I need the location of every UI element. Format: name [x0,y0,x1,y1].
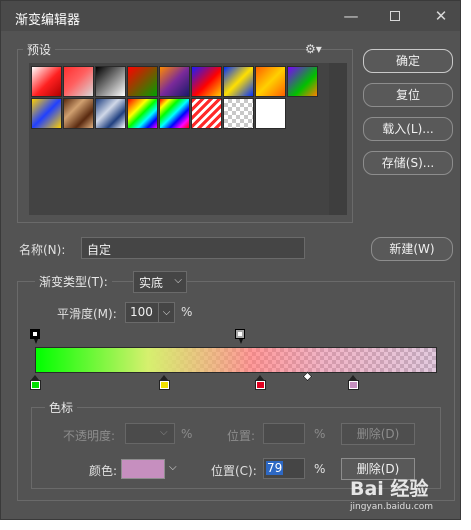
gradient-type-label: 渐变类型(T): [35,273,112,290]
color-swatch[interactable] [121,459,165,479]
close-icon[interactable]: ✕ [427,5,455,27]
preset-scrollbar[interactable] [329,63,347,215]
preset-swatch[interactable] [191,66,222,97]
save-button[interactable]: 存储(S)... [363,151,453,175]
title-bar: 渐变编辑器 — ✕ [1,1,460,31]
color-stop[interactable] [158,375,170,390]
chevron-down-icon[interactable]: ⌵ [169,462,177,473]
color-stop[interactable] [347,375,359,390]
preset-swatch[interactable] [63,98,94,129]
opacity-percent: % [181,427,193,441]
gradient-type-select[interactable]: 实底 ⌵ [133,271,187,293]
preset-swatch[interactable] [31,66,62,97]
opacity-position-input [263,423,305,444]
ok-button[interactable]: 确定 [363,49,453,73]
preset-swatch[interactable] [191,98,222,129]
chevron-down-icon: ⌵ [160,427,168,438]
chevron-down-icon[interactable]: ⌵ [158,303,174,322]
minimize-icon[interactable]: — [337,5,365,27]
opacity-stop[interactable] [30,329,40,344]
preset-swatch-grid [31,66,321,129]
preset-swatch[interactable] [255,66,286,97]
color-position-label: 位置(C): [211,464,257,478]
gear-icon[interactable]: ⚙▾ [305,42,322,56]
maximize-icon[interactable] [381,5,409,27]
color-label: 颜色: [89,464,118,478]
watermark-url: jingyan.baidu.com [350,502,434,512]
opacity-delete-button: 删除(D) [341,423,415,445]
preset-swatch[interactable] [287,66,318,97]
name-label: 名称(N): [19,243,66,257]
watermark-brand: Bai 经验 [350,478,429,500]
window-title: 渐变编辑器 [15,13,81,28]
preset-swatch[interactable] [127,98,158,129]
new-button[interactable]: 新建(W) [371,237,453,261]
preset-swatch[interactable] [95,66,126,97]
watermark: Bai 经验 jingyan.baidu.com [350,474,460,524]
preset-swatch[interactable] [255,98,286,129]
gradient-editor-dialog: 渐变编辑器 — ✕ 预设 ⚙▾ 确定 复位 载入(L)... 存储(S)... … [0,0,461,520]
color-position-percent: % [314,462,326,476]
opacity-stop[interactable] [235,329,246,344]
opacity-position-label: 位置: [227,429,256,443]
name-input[interactable]: 自定 [81,237,305,259]
preset-swatch[interactable] [31,98,62,129]
smoothness-percent: % [181,305,193,319]
preset-swatch[interactable] [223,98,254,129]
preset-swatch[interactable] [223,66,254,97]
smoothness-label: 平滑度(M): [57,307,117,321]
color-position-value: 79 [266,461,284,475]
color-stop[interactable] [30,375,41,390]
load-button[interactable]: 载入(L)... [363,117,453,141]
stops-legend: 色标 [45,399,78,416]
opacity-label: 不透明度: [63,429,116,443]
color-position-input[interactable]: 79 [263,458,305,479]
presets-legend: 预设 [23,41,56,58]
opacity-position-percent: % [314,427,326,441]
preset-swatch[interactable] [159,98,190,129]
preset-swatch[interactable] [127,66,158,97]
color-stop[interactable] [255,375,267,390]
preset-swatch[interactable] [95,98,126,129]
gradient-type-value: 实底 [139,276,164,290]
reset-button[interactable]: 复位 [363,83,453,107]
chevron-down-icon: ⌵ [174,275,182,286]
preset-swatch[interactable] [63,66,94,97]
gradient-bar[interactable] [35,347,437,373]
preset-swatch[interactable] [159,66,190,97]
